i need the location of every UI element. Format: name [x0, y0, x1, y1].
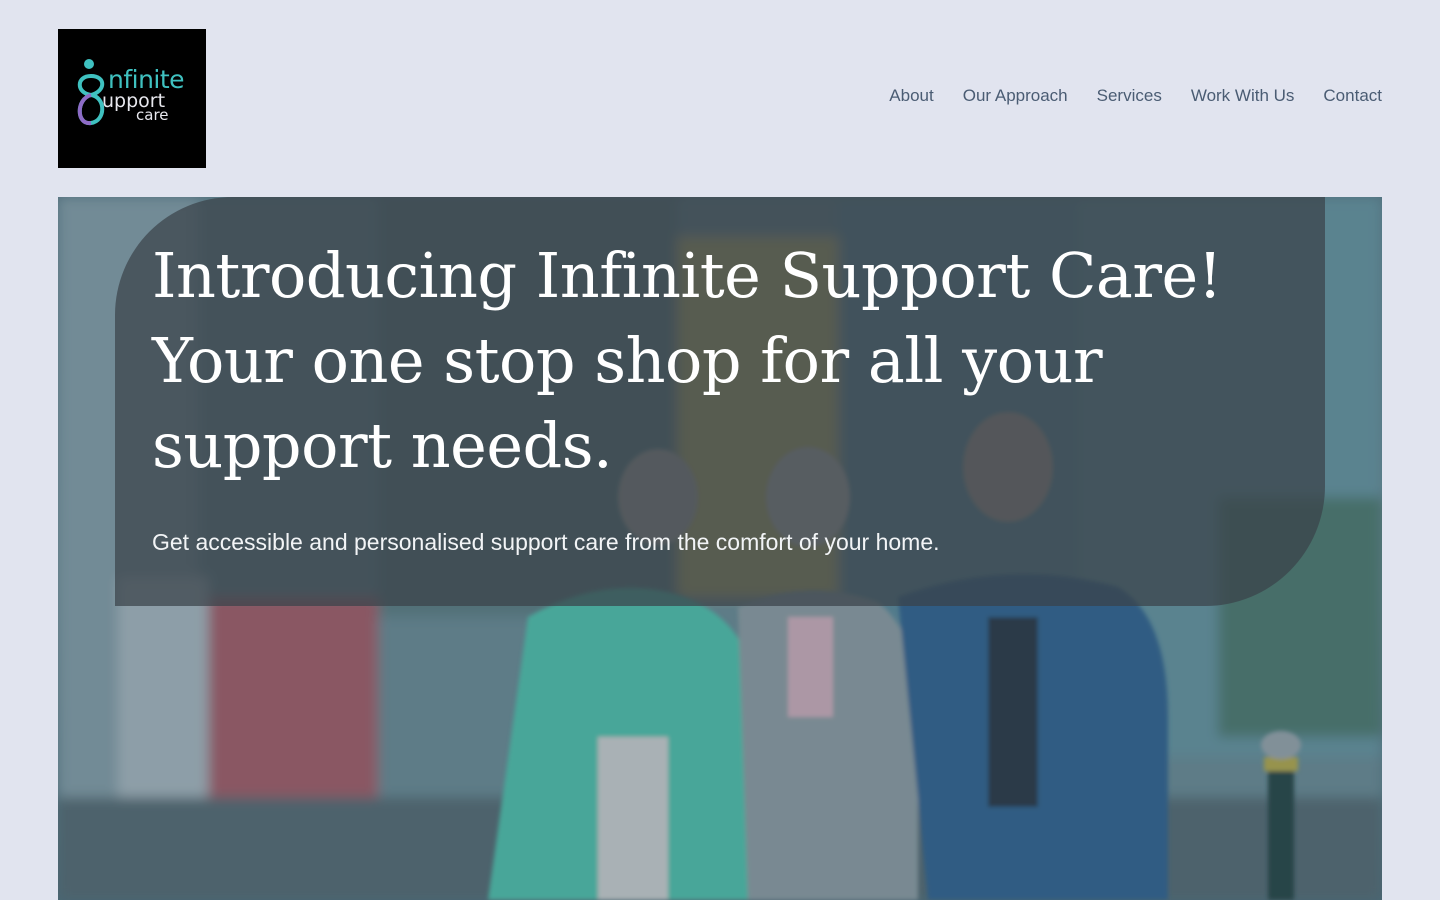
hero-section: Introducing Infinite Support Care! Your …	[58, 197, 1382, 900]
nav-link-work-with-us[interactable]: Work With Us	[1191, 86, 1295, 106]
site-logo[interactable]: nfinite upport care	[58, 29, 206, 168]
main-nav: About Our Approach Services Work With Us…	[889, 86, 1382, 106]
hero-title: Introducing Infinite Support Care! Your …	[152, 239, 1223, 482]
nav-link-services[interactable]: Services	[1097, 86, 1162, 106]
nav-link-contact[interactable]: Contact	[1323, 86, 1382, 106]
logo-text-care: care	[136, 106, 169, 124]
site-header: nfinite upport care About Our Approach S…	[0, 0, 1440, 197]
logo-text-infinite: nfinite	[108, 65, 185, 94]
hero-subtitle: Get accessible and personalised support …	[152, 529, 940, 555]
nav-link-our-approach[interactable]: Our Approach	[963, 86, 1068, 106]
nav-link-about[interactable]: About	[889, 86, 933, 106]
